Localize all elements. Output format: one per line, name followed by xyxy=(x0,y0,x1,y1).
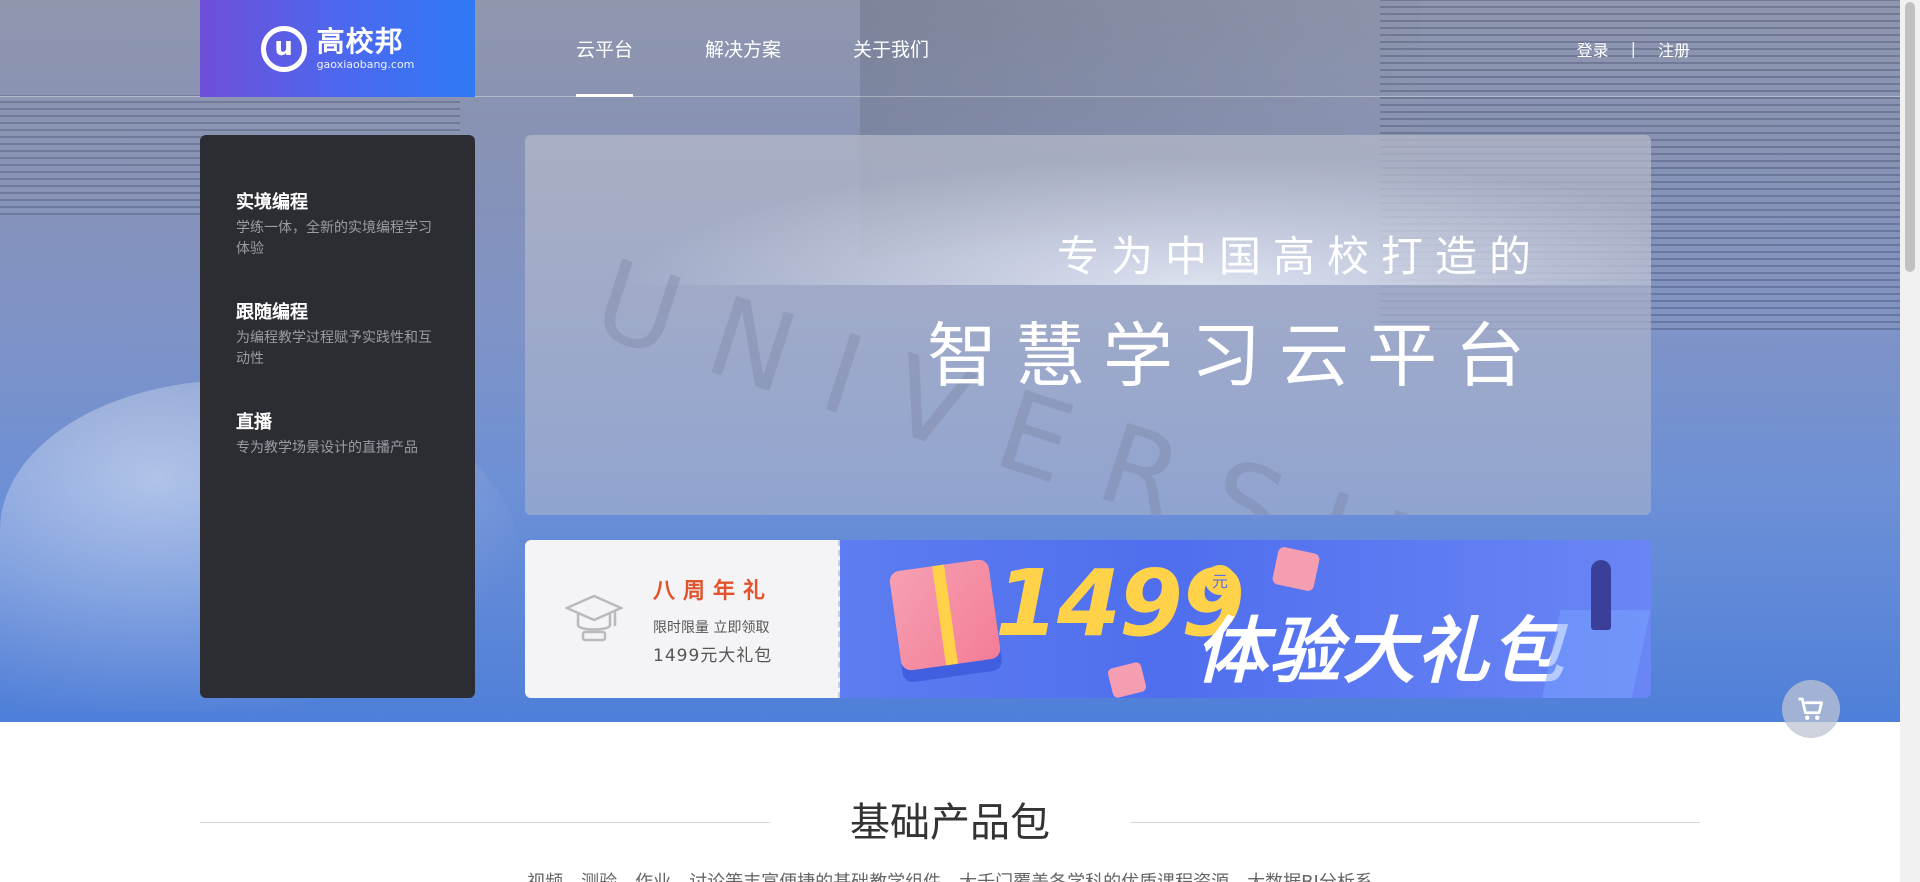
promo-package-title: 体验大礼包 xyxy=(1195,609,1566,693)
sidebar-item-follow-programming[interactable]: 跟随编程 为编程教学过程赋予实践性和互动性 xyxy=(236,300,439,370)
gift-box-illustration xyxy=(888,558,1002,672)
auth-separator: | xyxy=(1630,39,1636,58)
product-sidebar: 实境编程 学练一体，全新的实境编程学习体验 跟随编程 为编程教学过程赋予实践性和… xyxy=(200,135,475,698)
login-link[interactable]: 登录 xyxy=(1577,37,1609,61)
sidebar-item-desc: 学练一体，全新的实境编程学习体验 xyxy=(236,220,432,257)
auth-links: 登录 | 注册 xyxy=(1577,0,1690,97)
logo-text-cn: 高校邦 xyxy=(316,24,404,58)
promo-info-panel: 八周年礼 限时限量 立即领取 1499元大礼包 xyxy=(525,540,840,698)
small-gift-illustration xyxy=(1106,661,1148,698)
scrollbar-thumb[interactable] xyxy=(1905,2,1915,272)
banner-headline: 智慧学习云平台 xyxy=(927,315,1543,397)
register-link[interactable]: 注册 xyxy=(1658,37,1690,61)
hero-banner[interactable]: UNIVERSITY 专为中国高校打造的 智慧学习云平台 xyxy=(525,135,1651,515)
sidebar-item-desc: 专为教学场景设计的直播产品 xyxy=(236,440,418,456)
page-scrollbar[interactable] xyxy=(1900,0,1920,882)
sidebar-item-live[interactable]: 直播 专为教学场景设计的直播产品 xyxy=(236,410,439,459)
small-gift-illustration xyxy=(1271,546,1321,592)
sidebar-item-title: 实境编程 xyxy=(236,192,308,213)
shopping-cart-button[interactable] xyxy=(1782,680,1840,738)
anniversary-promo-banner[interactable]: 八周年礼 限时限量 立即领取 1499元大礼包 1499 元 体验大礼包 xyxy=(525,540,1651,698)
sidebar-item-title: 跟随编程 xyxy=(236,302,308,323)
nav-item-about-us[interactable]: 关于我们 xyxy=(853,0,929,97)
shopping-cart-icon xyxy=(1798,697,1823,720)
promo-subtitle: 限时限量 立即领取 xyxy=(653,619,770,636)
promo-graphic-panel: 1499 元 体验大礼包 xyxy=(840,540,1651,698)
sidebar-item-real-programming[interactable]: 实境编程 学练一体，全新的实境编程学习体验 xyxy=(236,190,439,260)
sidebar-item-desc: 为编程教学过程赋予实践性和互动性 xyxy=(236,330,432,367)
section-rule-right xyxy=(1130,822,1700,823)
section-subtitle: 视频、测验、作业、讨论等丰富便捷的基础教学组件，大千门覆盖各学科的优质课程资源，… xyxy=(200,868,1700,882)
banner-tagline: 专为中国高校打造的 xyxy=(1056,232,1543,281)
promo-yuan-badge: 元 xyxy=(1205,565,1235,595)
logo-text-en: gaoxiaobang.com xyxy=(316,57,415,71)
main-nav: 云平台 解决方案 关于我们 xyxy=(540,0,965,97)
graduation-cap-icon xyxy=(563,590,625,648)
site-logo[interactable]: u 高校邦 gaoxiaobang.com xyxy=(200,0,475,97)
nav-item-cloud-platform[interactable]: 云平台 xyxy=(576,0,634,97)
basic-products-section: 基础产品包 xyxy=(200,790,1700,850)
logo-at-icon: u xyxy=(260,25,307,72)
person-illustration xyxy=(1591,560,1611,630)
promo-title: 八周年礼 xyxy=(653,578,774,604)
promo-package-label: 1499元大礼包 xyxy=(653,645,773,666)
nav-item-solutions[interactable]: 解决方案 xyxy=(705,0,781,97)
section-heading: 基础产品包 xyxy=(850,800,1050,846)
sidebar-item-title: 直播 xyxy=(236,412,272,433)
